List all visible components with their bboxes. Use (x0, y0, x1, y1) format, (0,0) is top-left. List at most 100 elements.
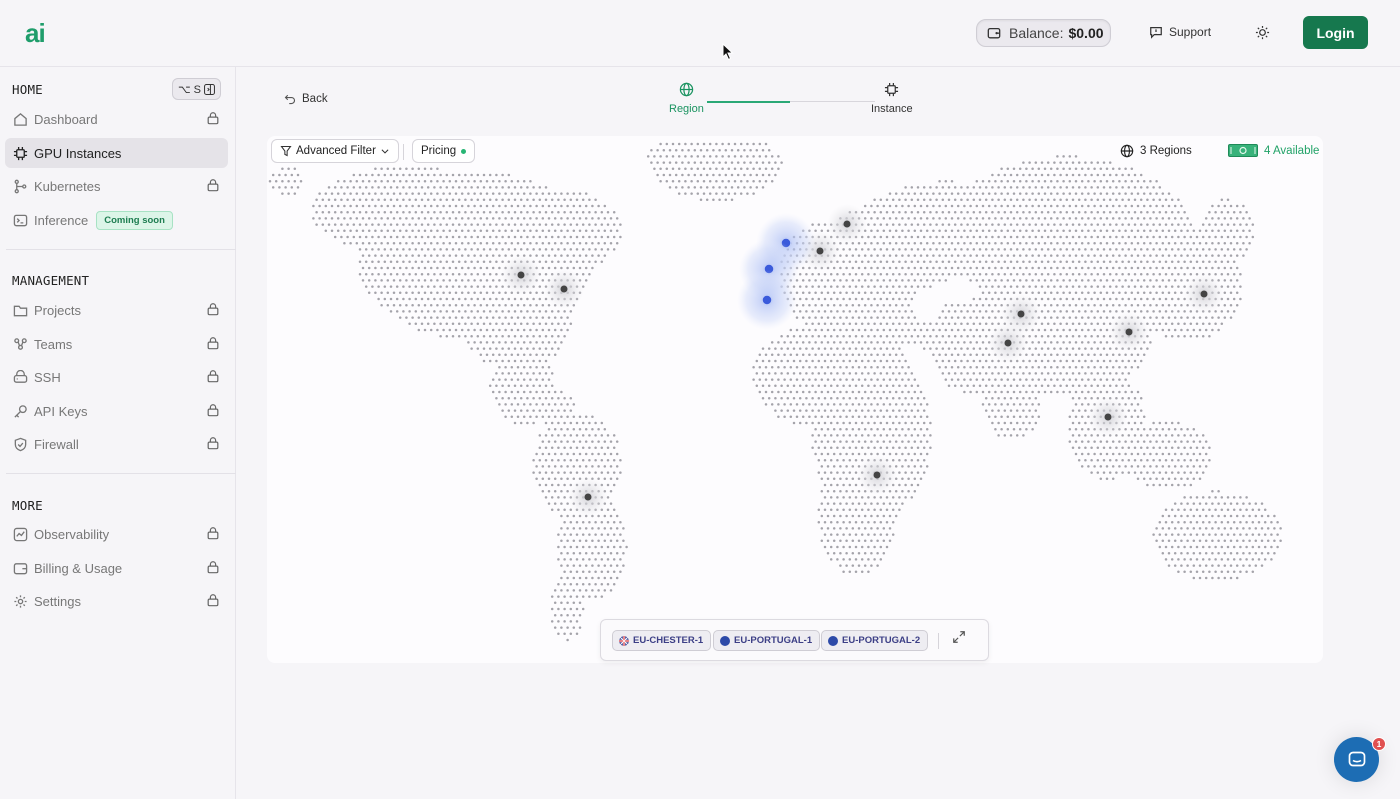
sidebar-item-dashboard[interactable]: Dashboard (5, 104, 228, 134)
map-dot (910, 334, 914, 338)
sidebar-item-ssh[interactable]: SSH (5, 362, 228, 392)
map-dot (774, 161, 777, 164)
map-dot (789, 341, 793, 344)
map-dot (572, 539, 576, 543)
step-region[interactable]: Region (669, 82, 704, 115)
map-dot (420, 173, 424, 177)
map-dot (950, 341, 954, 344)
map-dot (1006, 365, 1010, 369)
map-dot (1118, 241, 1121, 245)
map-dot (550, 396, 554, 400)
map-dot (581, 520, 585, 524)
map-dot (498, 353, 501, 357)
map-dot (801, 390, 805, 394)
section-title-management: MANAGEMENT (12, 273, 90, 288)
map-dot (935, 359, 938, 363)
chip-icon (12, 145, 28, 161)
map-dot (1223, 527, 1227, 530)
map-dot (758, 365, 762, 369)
map-dot (1093, 341, 1096, 344)
sidebar-item-projects[interactable]: Projects (5, 295, 228, 325)
map-dot (1046, 198, 1050, 202)
map-dot (814, 378, 817, 381)
map-dot (870, 551, 873, 555)
map-dot (854, 471, 858, 474)
map-dot (1217, 254, 1220, 257)
sidebar-item-observability[interactable]: Observability (5, 519, 228, 549)
chart-icon (12, 526, 28, 542)
sidebar-item-teams[interactable]: Teams (5, 329, 228, 359)
map-dot (826, 403, 830, 406)
map-dot (1009, 223, 1013, 226)
map-dot (402, 235, 405, 239)
map-dot (1177, 545, 1180, 549)
map-dot (932, 229, 935, 233)
map-dot (805, 421, 808, 425)
map-dot (1080, 452, 1084, 456)
map-dot (991, 186, 994, 189)
map-dot (947, 210, 951, 214)
map-dot (1158, 533, 1162, 536)
map-dot (553, 316, 557, 319)
map-dot (863, 254, 867, 257)
map-dot (609, 514, 613, 518)
logo[interactable]: ai (25, 18, 46, 49)
map-dot (851, 452, 855, 456)
map-dot (665, 142, 669, 146)
map-dot (857, 390, 861, 394)
map-dot (867, 446, 870, 450)
map-dot (414, 310, 418, 313)
map-dot (941, 260, 945, 264)
map-dot (374, 192, 377, 195)
map-dot (532, 223, 535, 226)
map-dot (1239, 285, 1242, 288)
sidebar-item-api-keys[interactable]: API Keys (5, 396, 228, 426)
sidebar-item-firewall[interactable]: Firewall (5, 429, 228, 459)
map-dot (963, 390, 966, 394)
map-dot (1056, 341, 1059, 344)
map-dot (1043, 341, 1047, 344)
map-dot (1217, 217, 1220, 220)
map-dot (1226, 297, 1230, 301)
map-dot (839, 440, 842, 443)
map-dot (594, 421, 597, 425)
map-dot (966, 334, 969, 338)
map-dot (885, 272, 889, 276)
login-button[interactable]: Login (1303, 16, 1368, 49)
sidebar-item-billing-usage[interactable]: Billing & Usage (5, 553, 228, 583)
map-dot (600, 471, 604, 474)
map-dot (429, 204, 433, 208)
map-dot (1040, 161, 1044, 164)
map-dot (870, 415, 873, 419)
theme-toggle[interactable] (1255, 25, 1270, 45)
collapse-sidebar-shortcut[interactable]: ⌥ S (172, 78, 221, 100)
map-dot (566, 266, 569, 270)
map-dot (981, 254, 985, 257)
map-dot (423, 217, 427, 220)
sidebar-item-inference[interactable]: Inference Coming soon (5, 205, 228, 235)
map-dot (848, 372, 852, 375)
map-dot (916, 409, 920, 412)
map-dot (380, 179, 383, 183)
map-dot (547, 403, 551, 406)
balance-display[interactable]: Balance: $0.00 (976, 19, 1111, 47)
map-dot (1003, 186, 1007, 189)
map-dot (1046, 334, 1050, 338)
sidebar-item-settings[interactable]: Settings (5, 586, 228, 616)
map-dot (1124, 440, 1127, 443)
map-dot (516, 353, 520, 357)
step-instance[interactable]: Instance (871, 82, 913, 115)
map-dot (1127, 297, 1131, 301)
sidebar-item-kubernetes[interactable]: Kubernetes (5, 171, 228, 201)
map-dot (575, 558, 579, 561)
back-button[interactable]: Back (284, 93, 328, 105)
map-dot (876, 204, 879, 208)
map-dot (1189, 310, 1193, 313)
map-dot (476, 223, 480, 226)
map-dot (826, 328, 830, 332)
support-button[interactable]: Support (1149, 25, 1211, 39)
map-dot (1105, 440, 1109, 443)
map-dot (1195, 434, 1199, 437)
world-map[interactable] (267, 136, 1323, 663)
sidebar-item-gpu-instances[interactable]: GPU Instances (5, 138, 228, 168)
